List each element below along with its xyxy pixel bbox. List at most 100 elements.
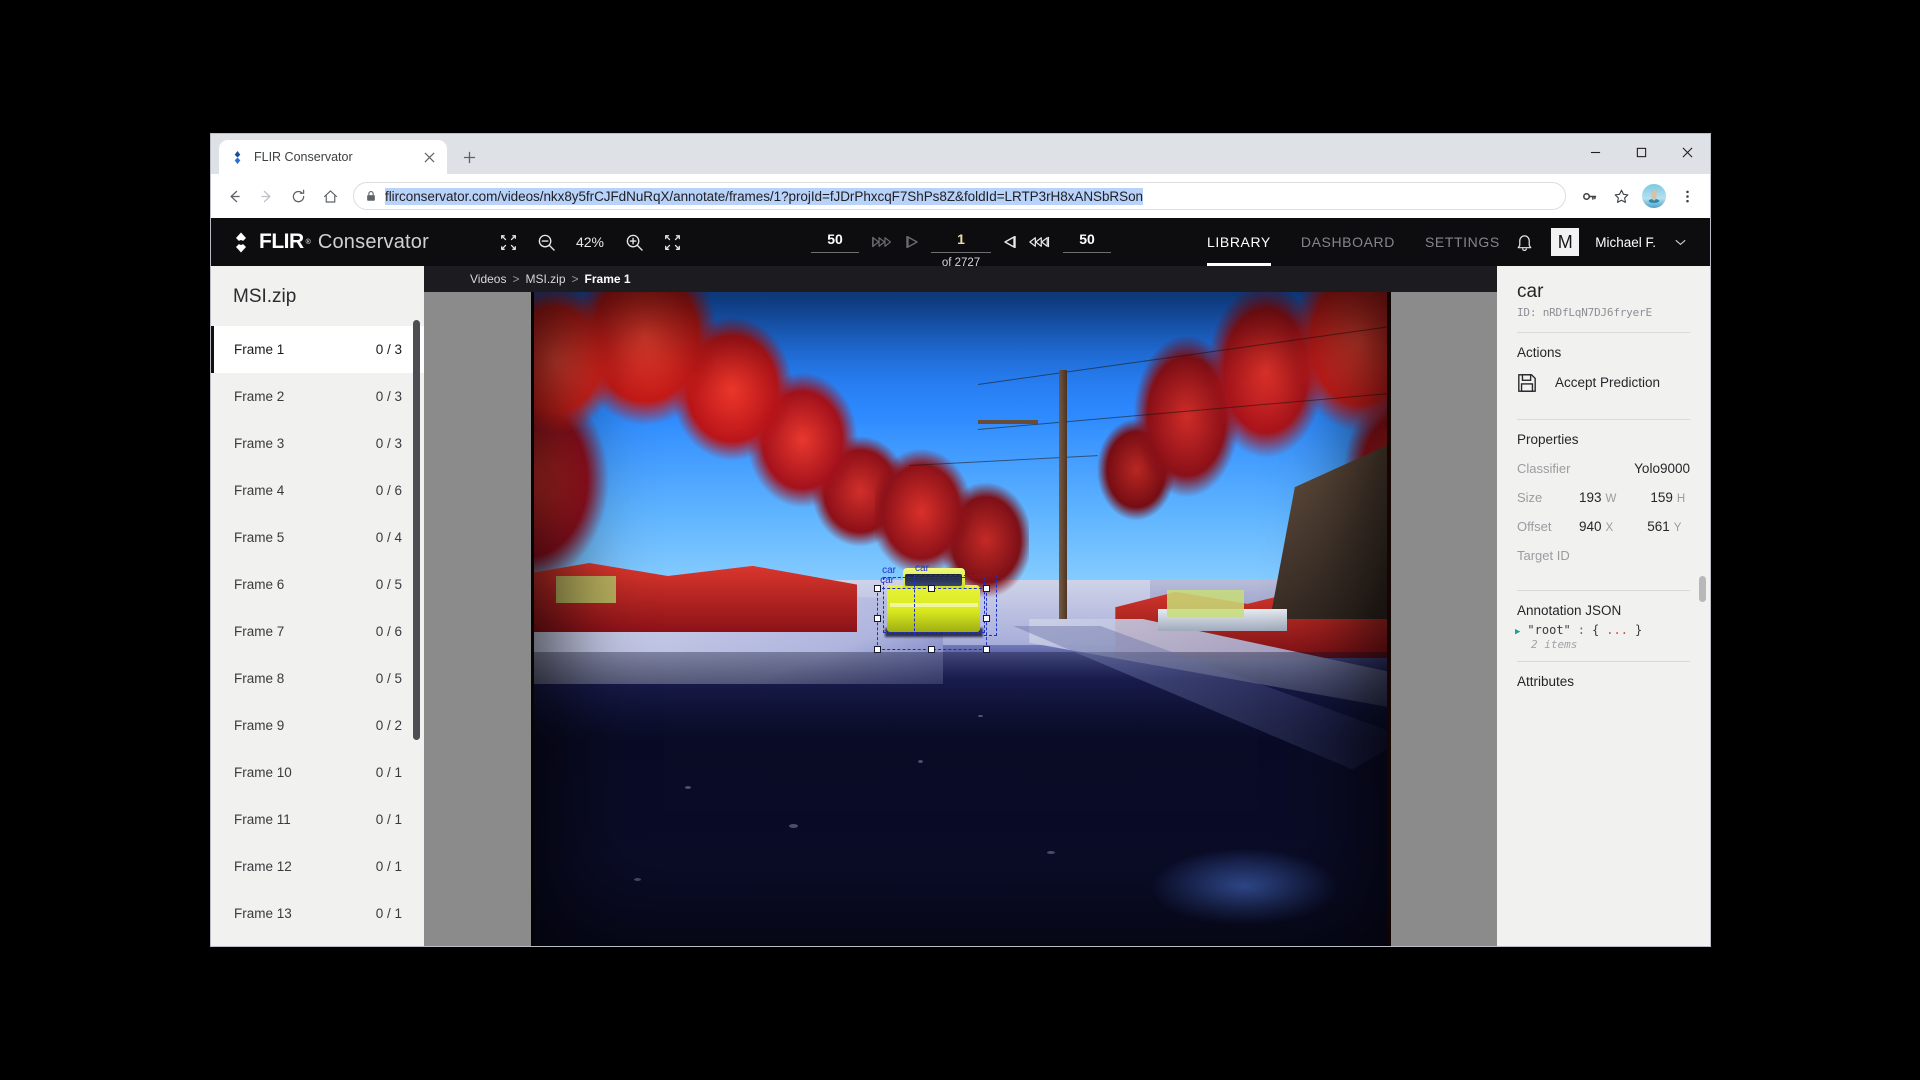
home-icon[interactable] — [315, 181, 345, 211]
avatar[interactable]: M — [1551, 228, 1580, 256]
frame-annotation-count: 0 / 1 — [375, 765, 402, 780]
size-height-value: 159 — [1650, 489, 1673, 505]
property-offset: Offset 940 X 561 Y — [1497, 512, 1710, 541]
frame-annotation-count: 0 / 3 — [375, 342, 402, 357]
flir-diamond-icon — [231, 232, 251, 253]
back-arrow-icon[interactable] — [219, 181, 249, 211]
skip-forward-multiple-icon[interactable] — [1029, 231, 1051, 253]
nav-item-dashboard[interactable]: DASHBOARD — [1301, 218, 1395, 266]
annotation-id: ID: nRDfLqN7DJ6fryerE — [1517, 305, 1652, 319]
app-logo[interactable]: FLIR ® Conservator — [211, 230, 461, 254]
property-target-id: Target ID — [1497, 541, 1710, 570]
notification-bell-icon[interactable] — [1513, 231, 1535, 253]
zoom-out-icon[interactable] — [535, 231, 557, 253]
reload-icon[interactable] — [283, 181, 313, 211]
offset-y[interactable]: 561 Y — [1647, 519, 1681, 534]
lens-flare — [1149, 847, 1339, 927]
right-panel-scrollbar-thumb[interactable] — [1699, 576, 1706, 602]
sign-right-region — [1166, 589, 1245, 618]
resize-handle[interactable] — [928, 584, 936, 592]
brand-conservator-text: Conservator — [317, 230, 429, 253]
sidebar-scrollbar[interactable] — [413, 310, 420, 946]
profile-avatar-icon[interactable] — [1642, 184, 1666, 208]
user-name-label[interactable]: Michael F. — [1595, 235, 1656, 250]
actions-heading: Actions — [1517, 344, 1562, 360]
frame-label: Frame 12 — [234, 859, 292, 874]
browser-window: FLIR Conservator flirconservator.com/vid… — [211, 134, 1710, 946]
resize-handle[interactable] — [983, 584, 991, 592]
frame-list-item[interactable]: Frame 10 0 / 1 — [211, 749, 424, 796]
skip-forward-amount-input[interactable]: 50 — [1063, 231, 1111, 253]
expand-triangle-icon[interactable]: ▶ — [1515, 627, 1520, 637]
breadcrumb-folder[interactable]: MSI.zip — [526, 272, 566, 286]
annotation-canvas[interactable]: car car car — [424, 292, 1497, 946]
resize-handle[interactable] — [928, 645, 936, 653]
star-icon[interactable] — [1606, 181, 1636, 211]
address-bar-text[interactable]: flirconservator.com/videos/nkx8y5frCJFdN… — [385, 187, 1144, 205]
frame-list-item[interactable]: Frame 9 0 / 2 — [211, 702, 424, 749]
nav-item-settings[interactable]: SETTINGS — [1425, 218, 1500, 266]
frame-list-item[interactable]: Frame 1 0 / 3 — [211, 326, 424, 373]
frame-list-item[interactable]: Frame 2 0 / 3 — [211, 373, 424, 420]
frame-list-item[interactable]: Frame 5 0 / 4 — [211, 514, 424, 561]
brand-registered-mark: ® — [305, 238, 311, 246]
resize-handle[interactable] — [874, 645, 882, 653]
address-bar[interactable]: flirconservator.com/videos/nkx8y5frCJFdN… — [353, 182, 1566, 210]
three-dots-menu-icon[interactable] — [1672, 181, 1702, 211]
fullscreen-icon[interactable] — [661, 231, 683, 253]
attributes-heading: Attributes — [1517, 673, 1575, 689]
size-height[interactable]: 159 H — [1650, 490, 1685, 505]
resize-handle[interactable] — [983, 614, 991, 622]
sidebar-title: MSI.zip — [233, 286, 297, 307]
current-frame-input[interactable]: 1 of 2727 — [931, 231, 991, 269]
breadcrumb-videos[interactable]: Videos — [470, 272, 506, 286]
size-width[interactable]: 193 W — [1579, 490, 1616, 505]
fit-to-screen-icon[interactable] — [497, 231, 519, 253]
skip-back-amount-input[interactable]: 50 — [811, 231, 859, 253]
forward-arrow-icon[interactable] — [251, 181, 281, 211]
frame-list-item[interactable]: Frame 3 0 / 3 — [211, 420, 424, 467]
frame-list-item[interactable]: Frame 11 0 / 1 — [211, 796, 424, 843]
resize-handle[interactable] — [874, 614, 882, 622]
frame-list-item[interactable]: Frame 12 0 / 1 — [211, 843, 424, 890]
browser-tab-title: FLIR Conservator — [254, 150, 353, 164]
frame-label: Frame 1 — [234, 342, 285, 357]
breadcrumb-current: Frame 1 — [584, 272, 631, 286]
zoom-in-icon[interactable] — [623, 231, 645, 253]
annotation-label: car — [880, 574, 894, 586]
frame-label: Frame 10 — [234, 765, 292, 780]
frame-annotation-count: 0 / 6 — [375, 483, 402, 498]
maximize-icon[interactable] — [1618, 134, 1664, 170]
resize-handle[interactable] — [874, 584, 882, 592]
frame-list-item[interactable]: Frame 4 0 / 6 — [211, 467, 424, 514]
annotation-box-selected[interactable]: car — [874, 575, 991, 653]
frame-list-item[interactable]: Frame 6 0 / 5 — [211, 561, 424, 608]
frame-list-item[interactable]: Frame 7 0 / 6 — [211, 608, 424, 655]
nav-item-library[interactable]: LIBRARY — [1207, 218, 1271, 266]
current-frame-value: 1 — [957, 231, 965, 247]
frame-annotation-count: 0 / 1 — [375, 906, 402, 921]
skip-back-multiple-icon[interactable] — [871, 231, 893, 253]
sidebar-scrollbar-thumb[interactable] — [413, 320, 420, 740]
key-icon[interactable] — [1574, 181, 1604, 211]
close-window-icon[interactable] — [1664, 134, 1710, 170]
annotation-properties-panel: car ID: nRDfLqN7DJ6fryerE Actions Accept… — [1497, 266, 1710, 946]
json-root-node[interactable]: ▶ "root" : { ... } — [1497, 618, 1710, 637]
infrared-frame-image[interactable]: car car car — [530, 292, 1391, 946]
minimize-icon[interactable] — [1572, 134, 1618, 170]
size-height-unit: H — [1676, 492, 1686, 505]
save-floppy-icon — [1517, 373, 1537, 393]
accept-prediction-button[interactable]: Accept Prediction — [1497, 360, 1710, 406]
zoom-level-label: 42% — [575, 234, 605, 250]
browser-tab[interactable]: FLIR Conservator — [219, 140, 447, 174]
offset-x[interactable]: 940 X — [1579, 519, 1613, 534]
next-frame-icon[interactable] — [1003, 231, 1017, 253]
previous-frame-icon[interactable] — [905, 231, 919, 253]
close-icon[interactable] — [421, 149, 437, 165]
new-tab-button[interactable] — [455, 143, 483, 171]
frame-list-item[interactable]: Frame 13 0 / 1 — [211, 890, 424, 937]
chevron-down-icon[interactable] — [1675, 239, 1686, 246]
frame-list[interactable]: Frame 1 0 / 3 Frame 2 0 / 3 Frame 3 0 / … — [211, 326, 424, 946]
resize-handle[interactable] — [983, 645, 991, 653]
frame-list-item[interactable]: Frame 8 0 / 5 — [211, 655, 424, 702]
